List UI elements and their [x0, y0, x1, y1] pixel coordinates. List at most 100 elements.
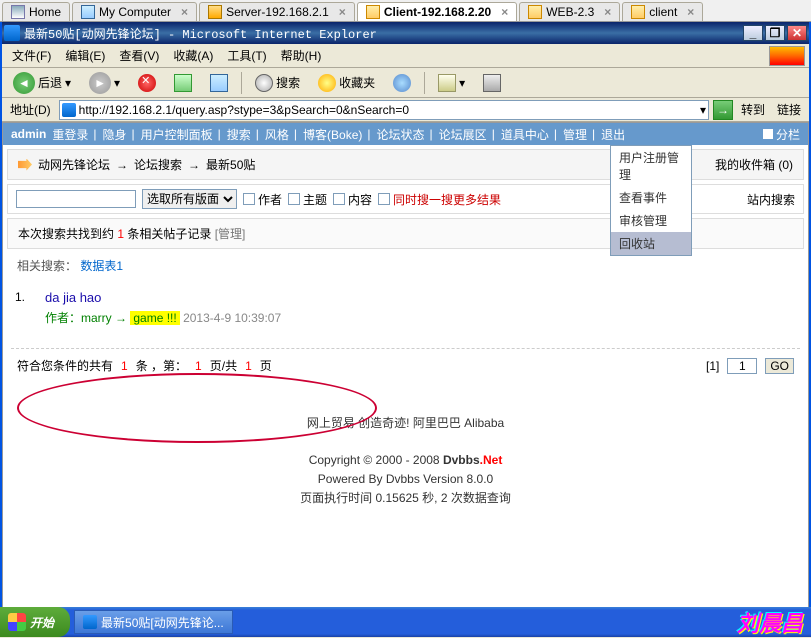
search-keyword-input[interactable]	[16, 190, 136, 208]
forum-nav-link[interactable]: 重登录	[48, 126, 92, 143]
task-item-label: 最新50贴[动网先锋论...	[101, 614, 224, 631]
forum-nav-link[interactable]: 道具中心	[497, 126, 553, 143]
nav-sep: |	[218, 127, 221, 141]
menu-item[interactable]: 查看(V)	[113, 45, 165, 66]
restore-button[interactable]: ❐	[765, 25, 785, 41]
search-button[interactable]: 搜索	[248, 70, 307, 96]
dropdown-item[interactable]: 回收站	[611, 232, 691, 255]
home-button[interactable]	[203, 70, 235, 96]
vm-tab[interactable]: WEB-2.3×	[519, 2, 620, 21]
toolbar: ◄后退 ▾ ► ▾ 搜索 收藏夹 ▾	[2, 68, 809, 98]
forum-nav-link[interactable]: 隐身	[98, 126, 130, 143]
inbox-link[interactable]: 我的收件箱 (0)	[715, 156, 793, 173]
ft-copy: Copyright © 2000 - 2008	[309, 453, 443, 467]
go-button[interactable]: →	[713, 100, 733, 120]
ft-powered: Powered By Dvbbs Version 8.0.0	[3, 470, 808, 489]
start-button[interactable]: 开始	[0, 607, 70, 637]
vm-tab[interactable]: Client-192.168.2.20 ×	[357, 2, 517, 21]
separator-line	[11, 348, 800, 349]
opt-topic-label: 主题	[303, 191, 327, 208]
opt-multi[interactable]: 同时搜一搜更多结果	[378, 191, 501, 208]
result-title-link[interactable]: da jia hao	[45, 290, 101, 305]
address-dropdown-icon[interactable]: ▾	[700, 103, 706, 117]
opt-author[interactable]: 作者	[243, 191, 282, 208]
vm-tab[interactable]: Server-192.168.2.1 ×	[199, 2, 355, 21]
vm-tab-icon	[81, 5, 95, 19]
forum-nav-link[interactable]: 风格	[261, 126, 293, 143]
vm-tab-label: client	[649, 5, 677, 19]
history-button[interactable]	[386, 70, 418, 96]
ri-prefix: 本次搜索共找到约	[18, 227, 117, 241]
vm-tab-label: Home	[29, 5, 61, 19]
mail-button[interactable]: ▾	[431, 70, 472, 96]
vm-tab[interactable]: client ×	[622, 2, 703, 21]
opt-multi-label: 同时搜一搜更多结果	[393, 191, 501, 208]
bc-forum-home[interactable]: 动网先锋论坛	[38, 156, 110, 173]
opt-content-label: 内容	[348, 191, 372, 208]
forum-nav-link[interactable]: 论坛状态	[373, 126, 429, 143]
windows-logo-icon	[8, 613, 26, 631]
menu-item[interactable]: 帮助(H)	[275, 45, 328, 66]
refresh-button[interactable]	[167, 70, 199, 96]
breadcrumb-arrow-icon	[18, 159, 32, 171]
close-button[interactable]: ✕	[787, 25, 807, 41]
pager-nav[interactable]: [1]	[706, 359, 719, 373]
dropdown-item[interactable]: 审核管理	[611, 209, 691, 232]
forum-nav-link[interactable]: 管理	[559, 126, 591, 143]
ft-net: .Net	[480, 453, 503, 467]
pager-input[interactable]	[727, 358, 757, 374]
pager-go-button[interactable]: GO	[765, 358, 794, 374]
menu-item[interactable]: 收藏(A)	[167, 45, 219, 66]
favorites-button[interactable]: 收藏夹	[311, 70, 382, 96]
forum-nav-link[interactable]: 搜索	[223, 126, 255, 143]
pg-t4: 页	[260, 357, 272, 374]
close-icon[interactable]: ×	[339, 5, 346, 19]
close-icon[interactable]: ×	[604, 5, 611, 19]
menu-item[interactable]: 文件(F)	[6, 45, 57, 66]
promo-text: 网上贸易 创造奇迹! 阿里巴巴 Alibaba	[3, 414, 808, 431]
close-icon[interactable]: ×	[181, 5, 188, 19]
vm-tab[interactable]: Home	[2, 2, 70, 21]
result-item: 1. da jia hao 作者：marry → game !!! 2013-4…	[17, 284, 794, 332]
vm-tab-label: Server-192.168.2.1	[226, 5, 329, 19]
inside-search-label: 站内搜索	[747, 191, 795, 208]
taskbar-item-ie[interactable]: 最新50贴[动网先锋论...	[74, 610, 233, 634]
minimize-button[interactable]: _	[743, 25, 763, 41]
back-button[interactable]: ◄后退 ▾	[6, 68, 78, 98]
forum-navbar: admin 重登录 | 隐身 | 用户控制面板 | 搜索 | 风格 | 博客(B…	[3, 123, 808, 145]
close-icon[interactable]: ×	[687, 5, 694, 19]
forum-nav-link[interactable]: 用户控制面板	[137, 126, 217, 143]
vm-tab-icon	[208, 5, 222, 19]
ri-mid: 条相关帖子记录	[124, 227, 215, 241]
print-button[interactable]	[476, 70, 508, 96]
menu-item[interactable]: 编辑(E)	[59, 45, 111, 66]
opt-topic[interactable]: 主题	[288, 191, 327, 208]
dropdown-item[interactable]: 用户注册管理	[611, 146, 691, 186]
address-input[interactable]	[79, 103, 697, 117]
stop-button[interactable]	[131, 70, 163, 96]
forum-nav-link[interactable]: 论坛展区	[435, 126, 491, 143]
bc-search[interactable]: 论坛搜索	[134, 156, 182, 173]
current-user: admin	[11, 127, 46, 141]
fav-label: 收藏夹	[339, 74, 375, 91]
forum-nav-link[interactable]: 退出	[597, 126, 629, 143]
split-label: 分栏	[776, 126, 800, 143]
result-timestamp: 2013-4-9 10:39:07	[183, 311, 281, 325]
bc-sep: →	[188, 158, 200, 172]
close-icon[interactable]: ×	[501, 5, 508, 19]
forum-nav-link[interactable]: 博客(Boke)	[299, 126, 366, 143]
ri-manage-link[interactable]: [管理]	[215, 227, 246, 241]
opt-content[interactable]: 内容	[333, 191, 372, 208]
board-select[interactable]: 选取所有版面	[142, 189, 237, 209]
nav-sep: |	[93, 127, 96, 141]
ie-throbber-icon	[769, 46, 805, 66]
related-link[interactable]: 数据表1	[80, 259, 123, 273]
split-panel-link[interactable]: 分栏	[763, 126, 800, 143]
vm-tab[interactable]: My Computer×	[72, 2, 197, 21]
vm-tab-label: Client-192.168.2.20	[384, 5, 491, 19]
author-link[interactable]: marry	[81, 311, 112, 325]
pg-total: 1	[245, 359, 252, 373]
dropdown-item[interactable]: 查看事件	[611, 186, 691, 209]
menu-item[interactable]: 工具(T)	[221, 45, 272, 66]
forward-button[interactable]: ► ▾	[82, 68, 127, 98]
